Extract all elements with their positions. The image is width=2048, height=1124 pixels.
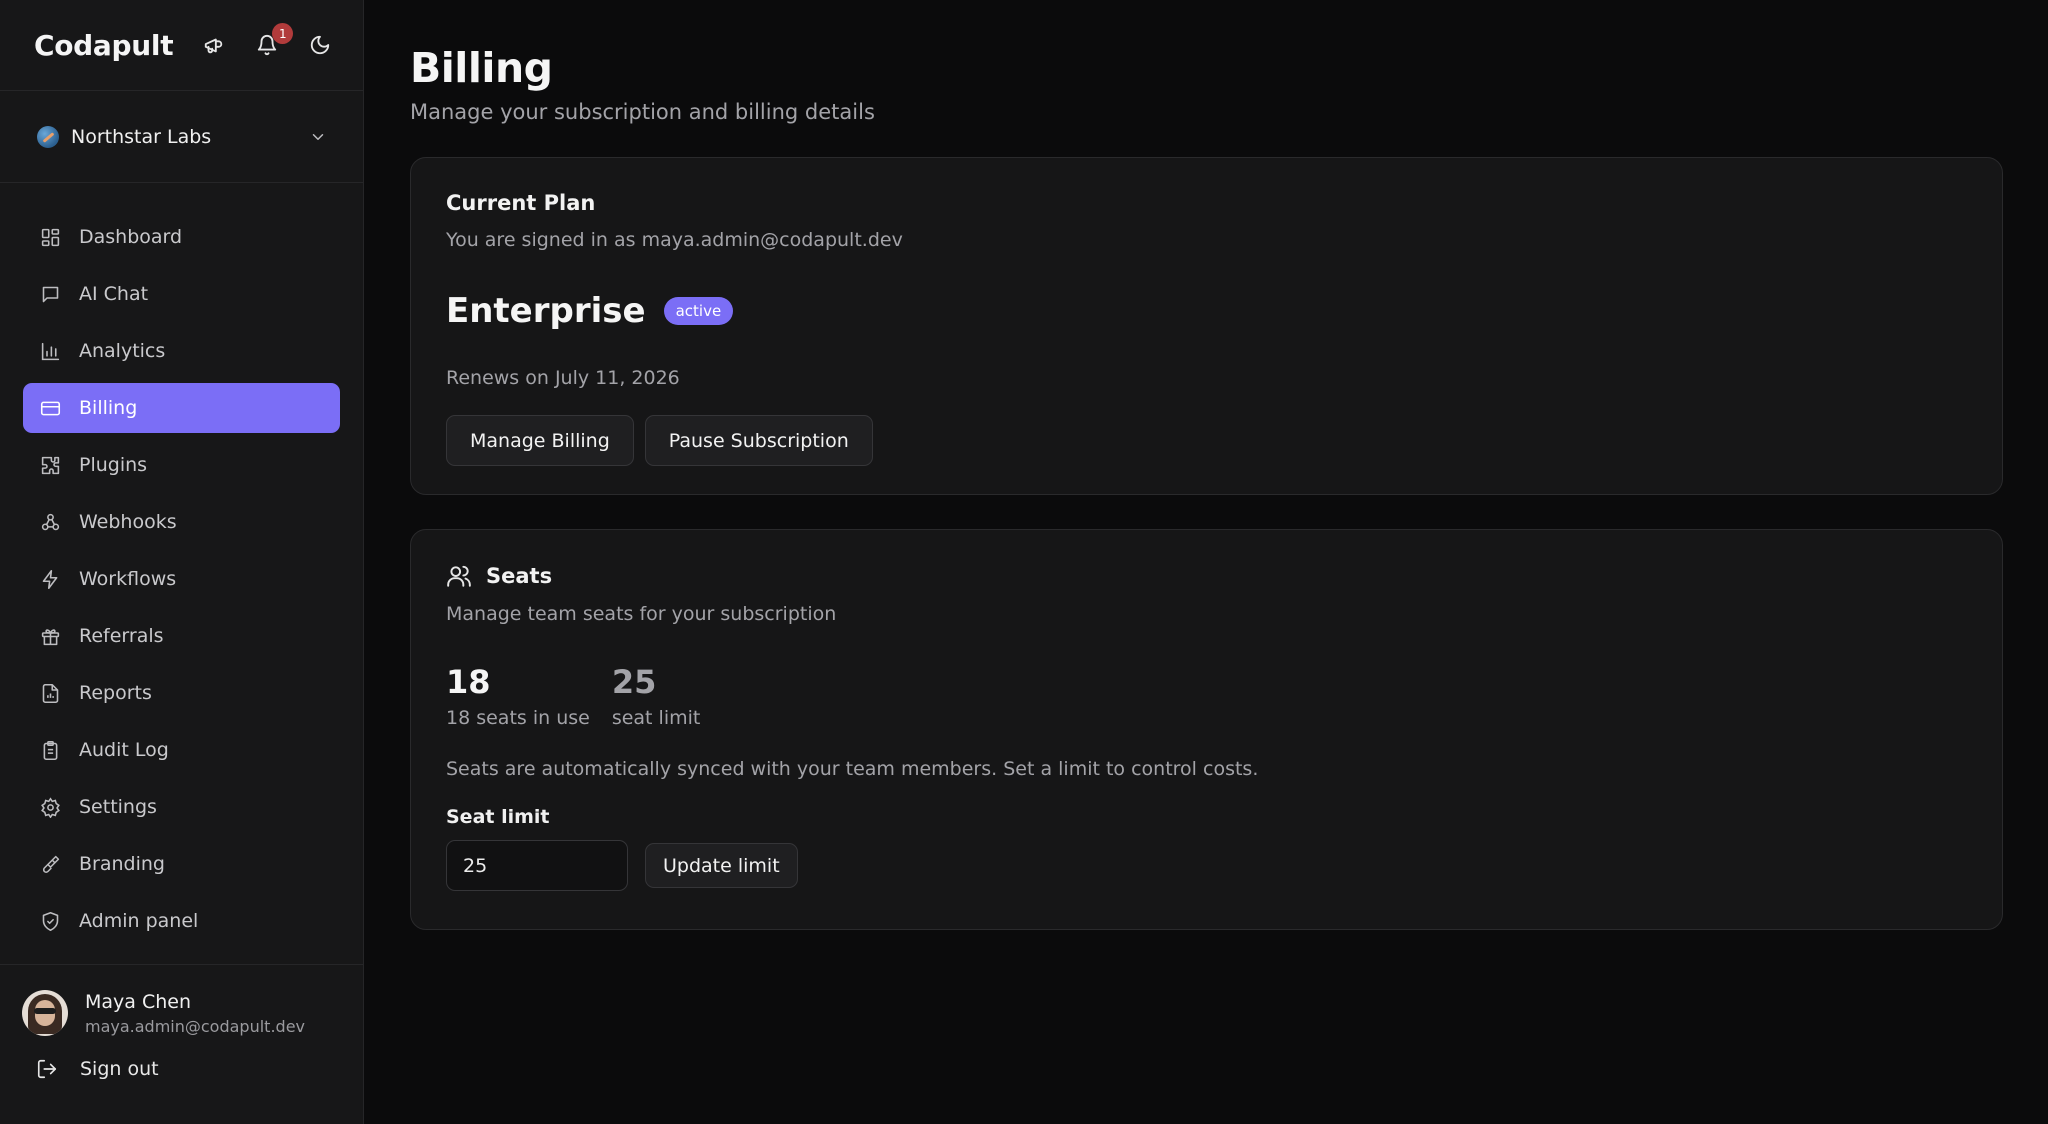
sidebar-item-workflows[interactable]: Workflows xyxy=(23,554,340,604)
sidebar-item-label: Analytics xyxy=(79,340,166,362)
sidebar-item-referrals[interactable]: Referrals xyxy=(23,611,340,661)
seats-in-use-label: 18 seats in use xyxy=(446,707,590,729)
brand-row: Codapult 1 xyxy=(0,0,363,91)
webhook-icon xyxy=(39,511,61,533)
renewal-date: Renews on July 11, 2026 xyxy=(446,367,680,389)
gift-icon xyxy=(39,625,61,647)
chat-icon xyxy=(39,283,61,305)
users-icon xyxy=(447,565,471,587)
seats-note: Seats are automatically synced with your… xyxy=(446,758,1259,780)
sidebar-item-billing[interactable]: Billing xyxy=(23,383,340,433)
seat-limit-label: Seat limit xyxy=(446,806,550,828)
brush-icon xyxy=(39,853,61,875)
sidebar-item-dashboard[interactable]: Dashboard xyxy=(23,212,340,262)
sidebar-item-label: Referrals xyxy=(79,625,164,647)
sidebar-item-label: Branding xyxy=(79,853,165,875)
megaphone-icon[interactable] xyxy=(201,32,227,58)
shield-icon xyxy=(39,910,61,932)
seats-in-use-value: 18 xyxy=(446,663,491,701)
sidebar-item-label: Settings xyxy=(79,796,157,818)
notification-badge: 1 xyxy=(272,23,294,44)
sidebar-item-analytics[interactable]: Analytics xyxy=(23,326,340,376)
pause-subscription-button[interactable]: Pause Subscription xyxy=(644,415,873,466)
page-subtitle: Manage your subscription and billing det… xyxy=(410,100,875,124)
sidebar-item-label: Workflows xyxy=(79,568,177,590)
org-name: Northstar Labs xyxy=(71,125,212,148)
plan-row: Enterprise active xyxy=(446,291,1967,331)
seat-limit-value: 25 xyxy=(611,663,657,701)
seats-in-use-stat: 18 18 seats in use xyxy=(446,663,590,729)
sidebar-item-admin-panel[interactable]: Admin panel xyxy=(23,896,340,946)
status-badge: active xyxy=(663,297,734,325)
user-profile[interactable]: Maya Chen maya.admin@codapult.dev xyxy=(0,965,363,1036)
card-title: Seats xyxy=(486,564,553,588)
seat-limit-row: Update limit xyxy=(446,840,1967,891)
sidebar-item-label: Webhooks xyxy=(79,511,177,533)
sidebar-item-label: AI Chat xyxy=(79,283,149,305)
sign-out-button[interactable]: Sign out xyxy=(0,1058,363,1080)
report-icon xyxy=(39,682,61,704)
zap-icon xyxy=(39,568,61,590)
user-block: Maya Chen maya.admin@codapult.dev Sign o… xyxy=(0,964,363,1124)
sidebar-item-reports[interactable]: Reports xyxy=(23,668,340,718)
sidebar-item-branding[interactable]: Branding xyxy=(23,839,340,889)
seats-header: Seats xyxy=(446,563,1967,589)
sidebar-item-audit-log[interactable]: Audit Log xyxy=(23,725,340,775)
chevron-down-icon xyxy=(312,133,324,140)
sign-out-icon xyxy=(37,1059,57,1079)
sidebar-item-label: Reports xyxy=(79,682,152,704)
sign-out-label: Sign out xyxy=(80,1058,159,1080)
current-plan-card: Current Plan You are signed in as maya.a… xyxy=(410,157,2003,495)
sidebar-item-label: Admin panel xyxy=(79,910,199,932)
seat-limit-input[interactable] xyxy=(446,840,628,891)
user-email: maya.admin@codapult.dev xyxy=(85,1016,305,1036)
sidebar-item-plugins[interactable]: Plugins xyxy=(23,440,340,490)
dashboard-icon xyxy=(39,226,61,248)
sidebar-item-settings[interactable]: Settings xyxy=(23,782,340,832)
puzzle-icon xyxy=(39,454,61,476)
sidebar-item-label: Audit Log xyxy=(79,739,169,761)
seats-description: Manage team seats for your subscription xyxy=(446,603,837,625)
sidebar-item-ai-chat[interactable]: AI Chat xyxy=(23,269,340,319)
org-avatar xyxy=(37,125,59,148)
update-limit-button[interactable]: Update limit xyxy=(645,843,798,888)
analytics-icon xyxy=(39,340,61,362)
bell-icon[interactable]: 1 xyxy=(254,23,294,58)
signed-in-text: You are signed in as maya.admin@codapult… xyxy=(446,229,903,251)
avatar xyxy=(22,990,68,1036)
sidebar-item-label: Plugins xyxy=(79,454,148,476)
sidebar-item-label: Billing xyxy=(79,397,138,419)
sidebar-item-webhooks[interactable]: Webhooks xyxy=(23,497,340,547)
gear-icon xyxy=(39,796,61,818)
seat-limit-stat: 25 seat limit xyxy=(612,663,701,729)
clipboard-icon xyxy=(39,739,61,761)
manage-billing-button[interactable]: Manage Billing xyxy=(446,415,634,466)
seat-limit-stat-label: seat limit xyxy=(611,707,701,729)
sidebar-item-label: Dashboard xyxy=(79,226,183,248)
brand-logo[interactable]: Codapult xyxy=(34,29,174,62)
sidebar: Codapult 1 Northstar Labs Dashboard AI C… xyxy=(0,0,364,1124)
page-title: Billing xyxy=(410,44,553,92)
billing-icon xyxy=(39,397,61,419)
plan-name: Enterprise xyxy=(446,291,646,331)
user-name: Maya Chen xyxy=(85,990,192,1013)
main-content: Billing Manage your subscription and bil… xyxy=(364,0,2048,1124)
plan-actions: Manage Billing Pause Subscription xyxy=(446,415,1967,466)
seat-stats: 18 18 seats in use 25 seat limit xyxy=(446,663,1967,729)
card-title: Current Plan xyxy=(446,191,596,215)
moon-icon[interactable] xyxy=(307,32,333,58)
seats-card: Seats Manage team seats for your subscri… xyxy=(410,529,2003,930)
app-root: Codapult 1 Northstar Labs Dashboard AI C… xyxy=(0,0,2048,1124)
org-switcher[interactable]: Northstar Labs xyxy=(0,91,363,183)
